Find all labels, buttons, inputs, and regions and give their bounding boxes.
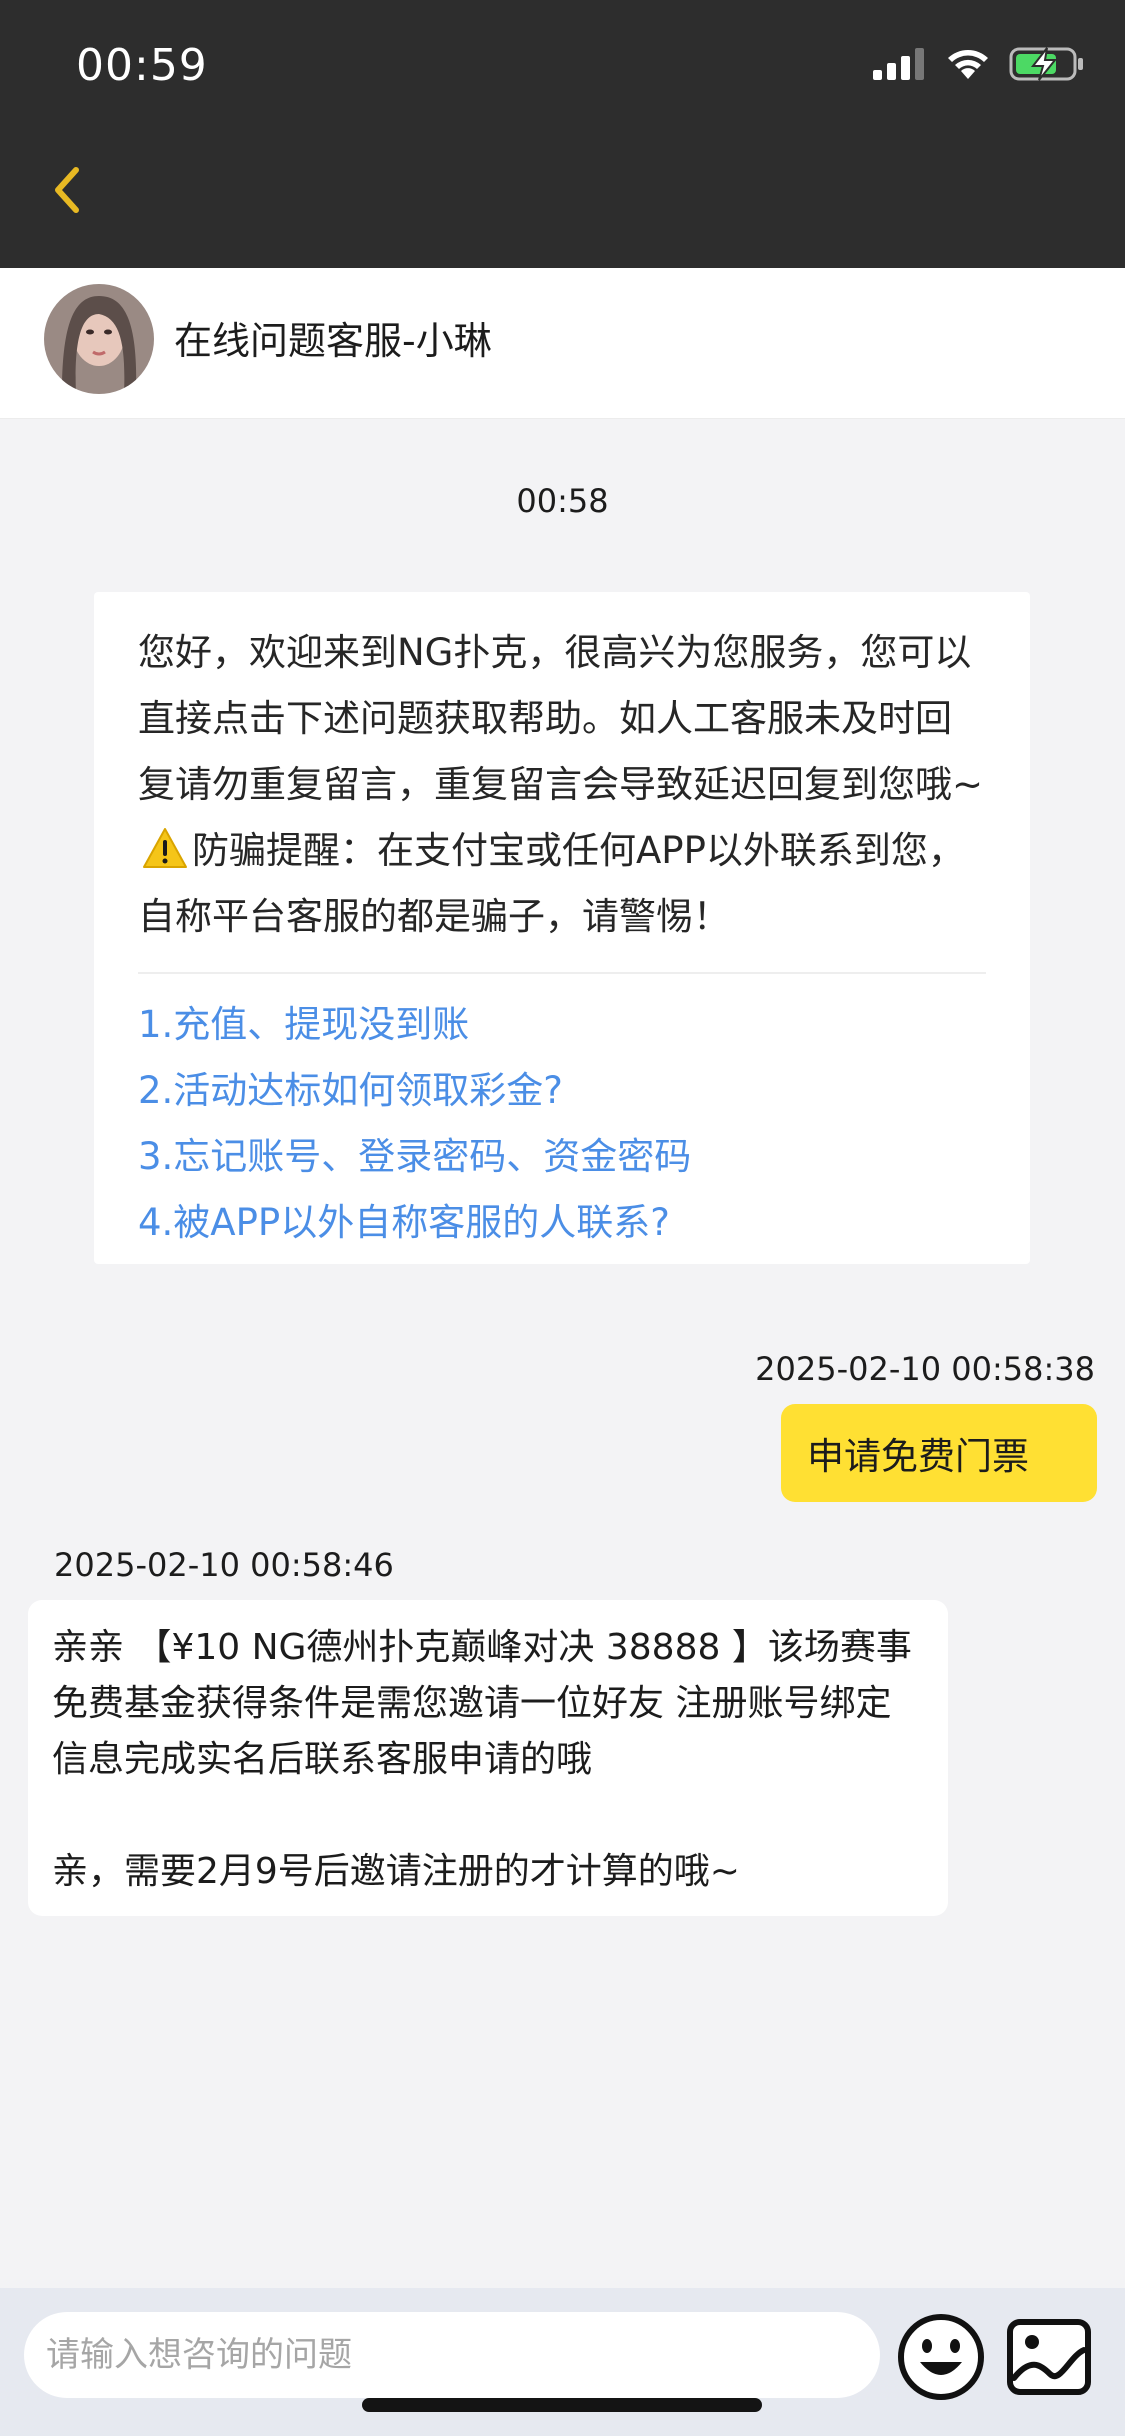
image-icon	[1007, 2319, 1091, 2395]
user-message-bubble: 申请免费门票	[781, 1404, 1097, 1502]
back-button[interactable]	[44, 160, 92, 220]
faq-item-bonus[interactable]: 2.活动达标如何领取彩金?	[138, 1058, 986, 1124]
faq-item-recharge[interactable]: 1.充值、提现没到账	[138, 992, 986, 1058]
welcome-text: 您好，欢迎来到NG扑克，很高兴为您服务，您可以直接点击下述问题获取帮助。如人工客…	[138, 620, 986, 950]
message-input[interactable]	[24, 2312, 880, 2398]
home-indicator	[362, 2398, 762, 2412]
welcome-divider	[138, 972, 986, 974]
agent-header: 在线问题客服-小琳	[0, 268, 1125, 419]
user-message-timestamp: 2025-02-10 00:58:38	[755, 1350, 1095, 1388]
welcome-intro: 您好，欢迎来到NG扑克，很高兴为您服务，您可以直接点击下述问题获取帮助。如人工客…	[138, 631, 984, 806]
anti-fraud-notice: 防骗提醒：在支付宝或任何APP以外联系到您，自称平台客服的都是骗子，请警惕！	[138, 829, 965, 938]
agent-reply-timestamp: 2025-02-10 00:58:46	[54, 1546, 394, 1584]
chat-start-time: 00:58	[516, 482, 609, 520]
agent-name: 在线问题客服-小琳	[174, 319, 492, 363]
emoji-icon	[898, 2314, 984, 2400]
top-bar: 00:59	[0, 0, 1125, 268]
faq-item-forgot-password[interactable]: 3.忘记账号、登录密码、资金密码	[138, 1124, 986, 1190]
faq-item-fake-support[interactable]: 4.被APP以外自称客服的人联系?	[138, 1190, 986, 1256]
status-time: 00:59	[76, 40, 208, 91]
warning-icon	[143, 828, 187, 868]
battery-charging-icon	[1009, 47, 1083, 81]
faq-list: 1.充值、提现没到账 2.活动达标如何领取彩金? 3.忘记账号、登录密码、资金密…	[138, 992, 986, 1256]
agent-reply-bubble: 亲亲 【¥10 NG德州扑克巅峰对决 38888 】该场赛事免费基金获得条件是需…	[28, 1600, 948, 1916]
status-icons	[873, 46, 1085, 82]
chevron-left-icon	[55, 167, 79, 213]
agent-reply-paragraph-2: 亲，需要2月9号后邀请注册的才计算的哦~	[52, 1851, 740, 1892]
signal-icon	[873, 48, 924, 80]
wifi-icon	[948, 50, 988, 79]
agent-avatar[interactable]	[44, 284, 154, 394]
emoji-button[interactable]	[896, 2312, 986, 2402]
input-bar	[0, 2288, 1125, 2436]
agent-reply-paragraph-1: 亲亲 【¥10 NG德州扑克巅峰对决 38888 】该场赛事免费基金获得条件是需…	[52, 1627, 912, 1780]
welcome-message: 您好，欢迎来到NG扑克，很高兴为您服务，您可以直接点击下述问题获取帮助。如人工客…	[94, 592, 1030, 1264]
image-button[interactable]	[1004, 2312, 1094, 2402]
